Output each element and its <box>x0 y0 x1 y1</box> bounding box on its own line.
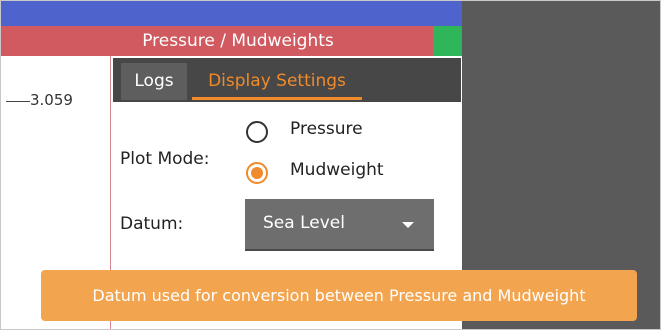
radio-pressure-circle[interactable] <box>246 121 268 143</box>
radio-mudweight-circle[interactable] <box>246 162 268 184</box>
window-title: Pressure / Mudweights <box>142 31 334 51</box>
chevron-down-icon <box>402 222 414 228</box>
tooltip: Datum used for conversion between Pressu… <box>41 270 637 321</box>
top-color-bar <box>1 1 462 26</box>
plot-tick-line <box>6 101 30 102</box>
radio-pressure-label: Pressure <box>290 119 363 139</box>
datum-label: Datum: <box>120 214 184 234</box>
tab-display-settings[interactable]: Display Settings <box>192 63 362 100</box>
datum-dropdown[interactable]: Sea Level <box>245 199 434 251</box>
plot-tick-label: 3.059 <box>30 91 73 109</box>
status-indicator <box>433 26 461 56</box>
radio-mudweight-label: Mudweight <box>290 160 384 180</box>
datum-dropdown-value: Sea Level <box>263 213 345 233</box>
plot-mode-label: Plot Mode: <box>120 149 210 169</box>
title-bar: Pressure / Mudweights <box>1 26 462 56</box>
tab-logs[interactable]: Logs <box>121 63 187 100</box>
radio-mudweight[interactable]: Mudweight <box>246 160 416 186</box>
radio-pressure[interactable]: Pressure <box>246 119 386 145</box>
